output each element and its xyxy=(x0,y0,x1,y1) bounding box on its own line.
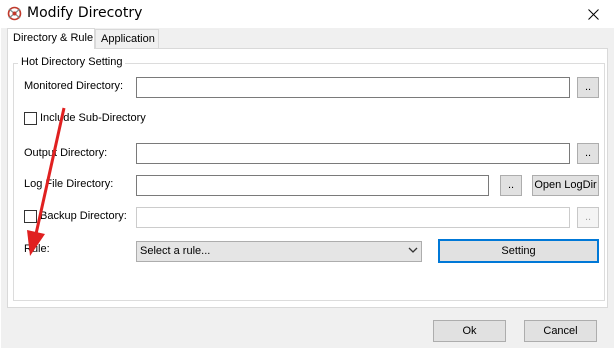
backup-directory-input[interactable] xyxy=(136,207,570,228)
log-directory-input[interactable] xyxy=(136,175,489,196)
output-directory-input[interactable] xyxy=(136,143,570,164)
log-directory-label: Log File Directory: xyxy=(24,178,114,190)
app-icon xyxy=(7,6,22,21)
chevron-down-icon xyxy=(408,247,418,253)
tab-panel-directory-rule: Hot Directory Setting Monitored Director… xyxy=(7,48,608,308)
include-sub-directory-label: Include Sub-Directory xyxy=(40,112,146,124)
ok-button[interactable]: Ok xyxy=(433,320,506,342)
rule-select-value: Select a rule... xyxy=(140,245,211,257)
open-logdir-button[interactable]: Open LogDir xyxy=(532,175,599,196)
tab-directory-rule[interactable]: Directory & Rule xyxy=(7,28,95,49)
rule-select[interactable]: Select a rule... xyxy=(136,241,422,262)
tab-label: Directory & Rule xyxy=(13,32,94,44)
close-icon xyxy=(587,8,599,20)
output-directory-label: Output Directory: xyxy=(24,147,108,159)
dialog-client: Directory & Rule Application Hot Directo… xyxy=(1,28,614,348)
backup-directory-label: Backup Directory: xyxy=(40,210,127,222)
title-bar: Modify Direcotry xyxy=(0,0,615,28)
tab-label: Application xyxy=(101,33,155,45)
close-button[interactable] xyxy=(571,0,615,28)
group-title: Hot Directory Setting xyxy=(18,56,126,68)
monitored-browse-button[interactable]: .. xyxy=(577,77,599,98)
rule-label: Rule: xyxy=(24,243,50,255)
output-browse-button[interactable]: .. xyxy=(577,143,599,164)
tab-application[interactable]: Application xyxy=(95,29,159,48)
log-browse-button[interactable]: .. xyxy=(500,175,522,196)
rule-setting-button[interactable]: Setting xyxy=(438,239,599,263)
monitored-directory-input[interactable] xyxy=(136,77,570,98)
monitored-directory-label: Monitored Directory: xyxy=(24,80,124,92)
include-sub-directory-checkbox[interactable] xyxy=(24,112,37,125)
cancel-button[interactable]: Cancel xyxy=(524,320,597,342)
backup-browse-button[interactable]: .. xyxy=(577,207,599,228)
backup-directory-checkbox[interactable] xyxy=(24,210,37,223)
window-title: Modify Direcotry xyxy=(27,5,143,21)
